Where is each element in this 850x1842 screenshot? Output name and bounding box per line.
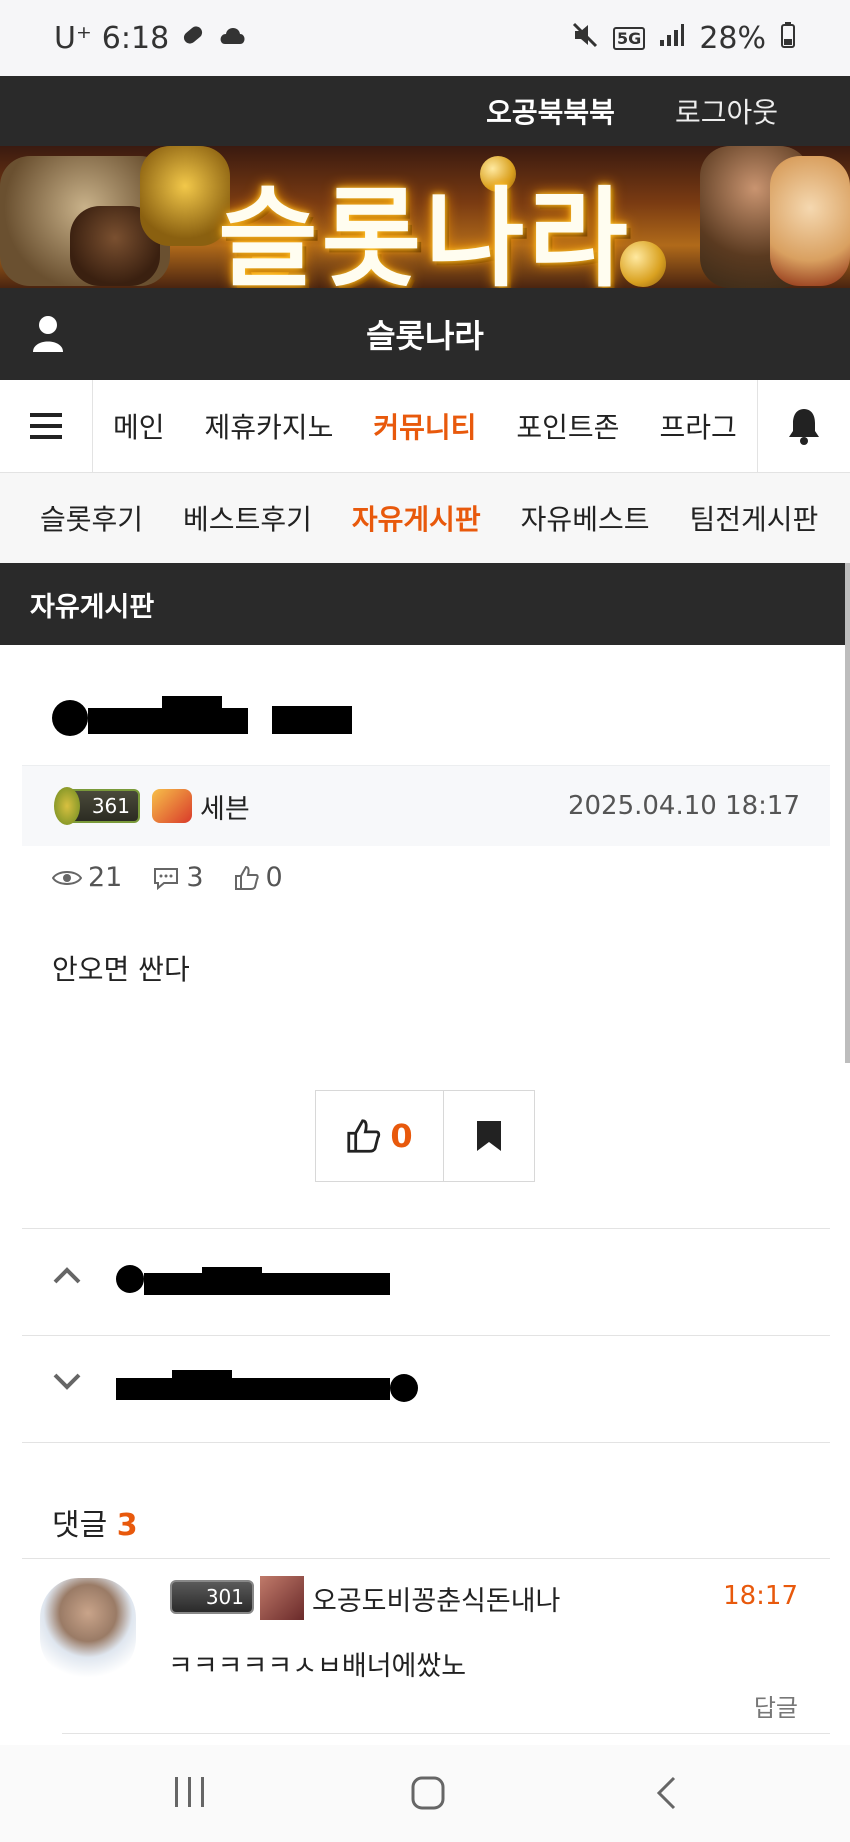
divider: [62, 1733, 830, 1734]
clock: 6:18: [101, 20, 170, 56]
site-header: 슬롯나라: [0, 288, 850, 380]
likes-count: 0: [265, 862, 283, 893]
post-actions: 0: [315, 1090, 535, 1182]
site-banner[interactable]: 슬롯나라: [0, 146, 850, 288]
sub-item-team-board[interactable]: 팀전게시판: [689, 498, 818, 538]
status-bar: U⁺ 6:18 5G 28%: [0, 0, 850, 76]
battery-percent: 28%: [699, 20, 766, 56]
post-body: 안오면 싼다: [52, 953, 190, 986]
likes-stat: 0: [234, 862, 283, 893]
site-title[interactable]: 슬롯나라: [366, 311, 484, 357]
signal-icon: [659, 22, 685, 54]
nav-item-pragmatic[interactable]: 프라그: [659, 406, 736, 446]
home-button[interactable]: [410, 1775, 446, 1815]
comment-author-level: 301: [205, 1585, 244, 1609]
comment-author-icon: [260, 1576, 304, 1620]
post-stats: 21 3 0: [52, 862, 283, 893]
cloud-icon: [217, 22, 247, 54]
battery-icon: [780, 21, 796, 55]
recent-apps-icon: [175, 1777, 204, 1807]
user-bar: 오공북북북 로그아웃: [0, 76, 850, 146]
system-nav-bar: [0, 1745, 850, 1842]
back-icon: [656, 1776, 676, 1810]
author-level: 361: [91, 794, 130, 818]
user-nickname[interactable]: 오공북북북: [486, 91, 615, 131]
link-icon: [179, 21, 207, 55]
comment-avatar[interactable]: [40, 1578, 136, 1678]
recent-apps-button[interactable]: [172, 1775, 208, 1813]
sub-nav: 슬롯후기 베스트후기 자유게시판 자유베스트 팀전게시판: [0, 473, 850, 564]
eye-icon: [52, 870, 82, 885]
bookmark-button[interactable]: [444, 1091, 534, 1181]
post-author[interactable]: 세븐: [200, 787, 250, 826]
sub-item-free-best[interactable]: 자유베스트: [521, 498, 650, 538]
post-meta: 361 세븐 2025.04.10 18:17: [22, 765, 830, 846]
divider: [22, 1442, 830, 1443]
banner-logo-text: 슬롯나라: [218, 177, 632, 288]
comment-level-badge: 301: [170, 1580, 254, 1614]
sub-item-best-reviews[interactable]: 베스트후기: [183, 498, 312, 538]
speech-bubble-icon: [154, 867, 179, 890]
views-count: 21: [88, 862, 123, 893]
bookmark-icon: [477, 1121, 501, 1151]
nav-item-point-zone[interactable]: 포인트존: [516, 406, 619, 446]
sub-item-slot-reviews[interactable]: 슬롯후기: [40, 498, 143, 538]
post-date: 2025.04.10 18:17: [567, 791, 800, 821]
author-level-badge: 361: [54, 787, 140, 825]
nav-item-main[interactable]: 메인: [113, 406, 165, 446]
comments-stat: 3: [152, 862, 204, 893]
sub-item-free-board[interactable]: 자유게시판: [352, 498, 481, 538]
thumbs-up-icon: [347, 1119, 381, 1153]
author-rank-icon: [152, 789, 192, 823]
comments-heading: 댓글 3: [52, 1500, 138, 1544]
divider: [22, 1558, 830, 1559]
like-button-count: 0: [390, 1117, 413, 1155]
main-nav: 메인 제휴카지노 커뮤니티 포인트존 프라그: [0, 380, 850, 473]
hamburger-menu-button[interactable]: [0, 380, 93, 472]
like-button[interactable]: 0: [316, 1091, 444, 1181]
network-type: 5G: [613, 26, 646, 50]
chevron-down-icon: [53, 1373, 81, 1390]
back-button[interactable]: [654, 1775, 678, 1815]
next-post-link[interactable]: [22, 1335, 830, 1442]
menu-icon: [30, 413, 62, 439]
home-icon: [411, 1776, 445, 1810]
comment-text: ㅋㅋㅋㅋㅋㅅㅂ배너에쌌노: [168, 1651, 467, 1682]
logout-link[interactable]: 로그아웃: [675, 91, 778, 131]
comments-count: 3: [186, 862, 204, 893]
chevron-up-icon: [53, 1267, 81, 1284]
mute-icon: [571, 21, 599, 55]
nav-item-partner-casino[interactable]: 제휴카지노: [205, 406, 334, 446]
bell-icon: [789, 409, 819, 445]
scrollbar-thumb[interactable]: [845, 563, 850, 1063]
views-stat: 21: [52, 862, 122, 893]
comments-label: 댓글: [52, 1508, 108, 1543]
post-title-redacted: [52, 690, 362, 740]
board-title: 자유게시판: [30, 591, 155, 623]
board-title-bar: 자유게시판: [0, 563, 850, 645]
notification-button[interactable]: [757, 380, 850, 472]
reply-button[interactable]: 답글: [754, 1688, 798, 1723]
comments-heading-count: 3: [116, 1508, 138, 1543]
nav-item-community[interactable]: 커뮤니티: [373, 406, 476, 446]
carrier-label: U⁺: [54, 20, 92, 56]
comment-author[interactable]: 오공도비꽁춘식돈내나: [312, 1579, 560, 1618]
comment-time: 18:17: [723, 1581, 798, 1611]
user-icon[interactable]: [30, 314, 66, 354]
previous-post-link[interactable]: [22, 1228, 830, 1335]
thumbs-up-icon: [234, 865, 259, 890]
